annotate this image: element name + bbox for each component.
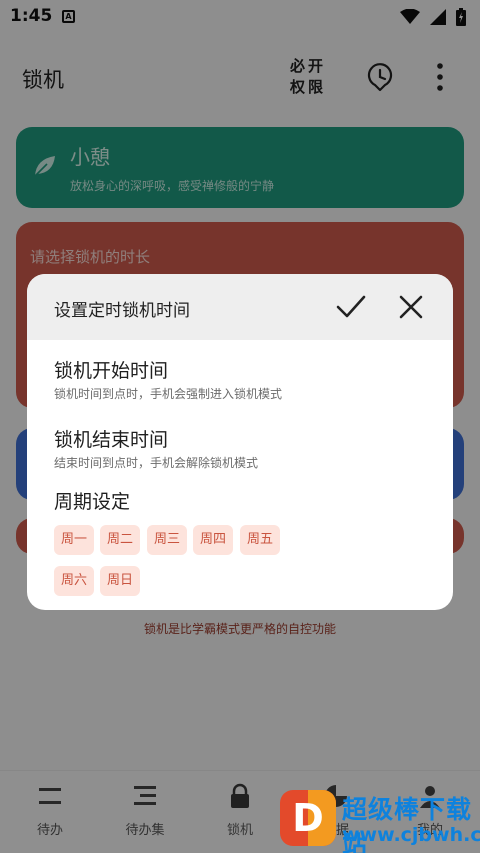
confirm-check-icon[interactable] bbox=[335, 292, 367, 322]
lock-end-time-desc: 结束时间到点时，手机会解除锁机模式 bbox=[54, 456, 259, 470]
app-screen: 1:45 A 锁机 必开 权限 小憩 放松身心的深呼吸，感受禅修般的宁静 请选择… bbox=[0, 0, 480, 853]
site-watermark: D 超级棒下载站 www.cjbwh.com bbox=[278, 786, 480, 853]
dialog-header: 设置定时锁机时间 bbox=[27, 274, 453, 340]
dialog-title: 设置定时锁机时间 bbox=[54, 301, 190, 321]
watermark-url: www.cjbwh.com bbox=[342, 824, 480, 846]
lock-start-time-title[interactable]: 锁机开始时间 bbox=[54, 356, 168, 383]
cycle-setting-title: 周期设定 bbox=[54, 491, 131, 513]
lock-start-time-desc: 锁机时间到点时，手机会强制进入锁机模式 bbox=[54, 387, 283, 401]
day-chip-thursday[interactable]: 周四 bbox=[193, 525, 234, 555]
day-chip-sunday[interactable]: 周日 bbox=[100, 566, 141, 596]
day-chip-friday[interactable]: 周五 bbox=[240, 525, 281, 555]
timed-lock-dialog: 设置定时锁机时间 锁机开始时间 锁机时间到点时，手机会强制进入锁机模式 锁机结束… bbox=[27, 274, 453, 610]
lock-end-time-title[interactable]: 锁机结束时间 bbox=[54, 425, 168, 452]
close-icon[interactable] bbox=[397, 293, 425, 321]
day-chip-tuesday[interactable]: 周二 bbox=[100, 525, 141, 555]
day-chip-saturday[interactable]: 周六 bbox=[54, 566, 95, 596]
day-chip-monday[interactable]: 周一 bbox=[54, 525, 95, 555]
day-chip-wednesday[interactable]: 周三 bbox=[147, 525, 188, 555]
watermark-logo: D bbox=[280, 790, 336, 846]
watermark-logo-letter: D bbox=[292, 796, 324, 840]
